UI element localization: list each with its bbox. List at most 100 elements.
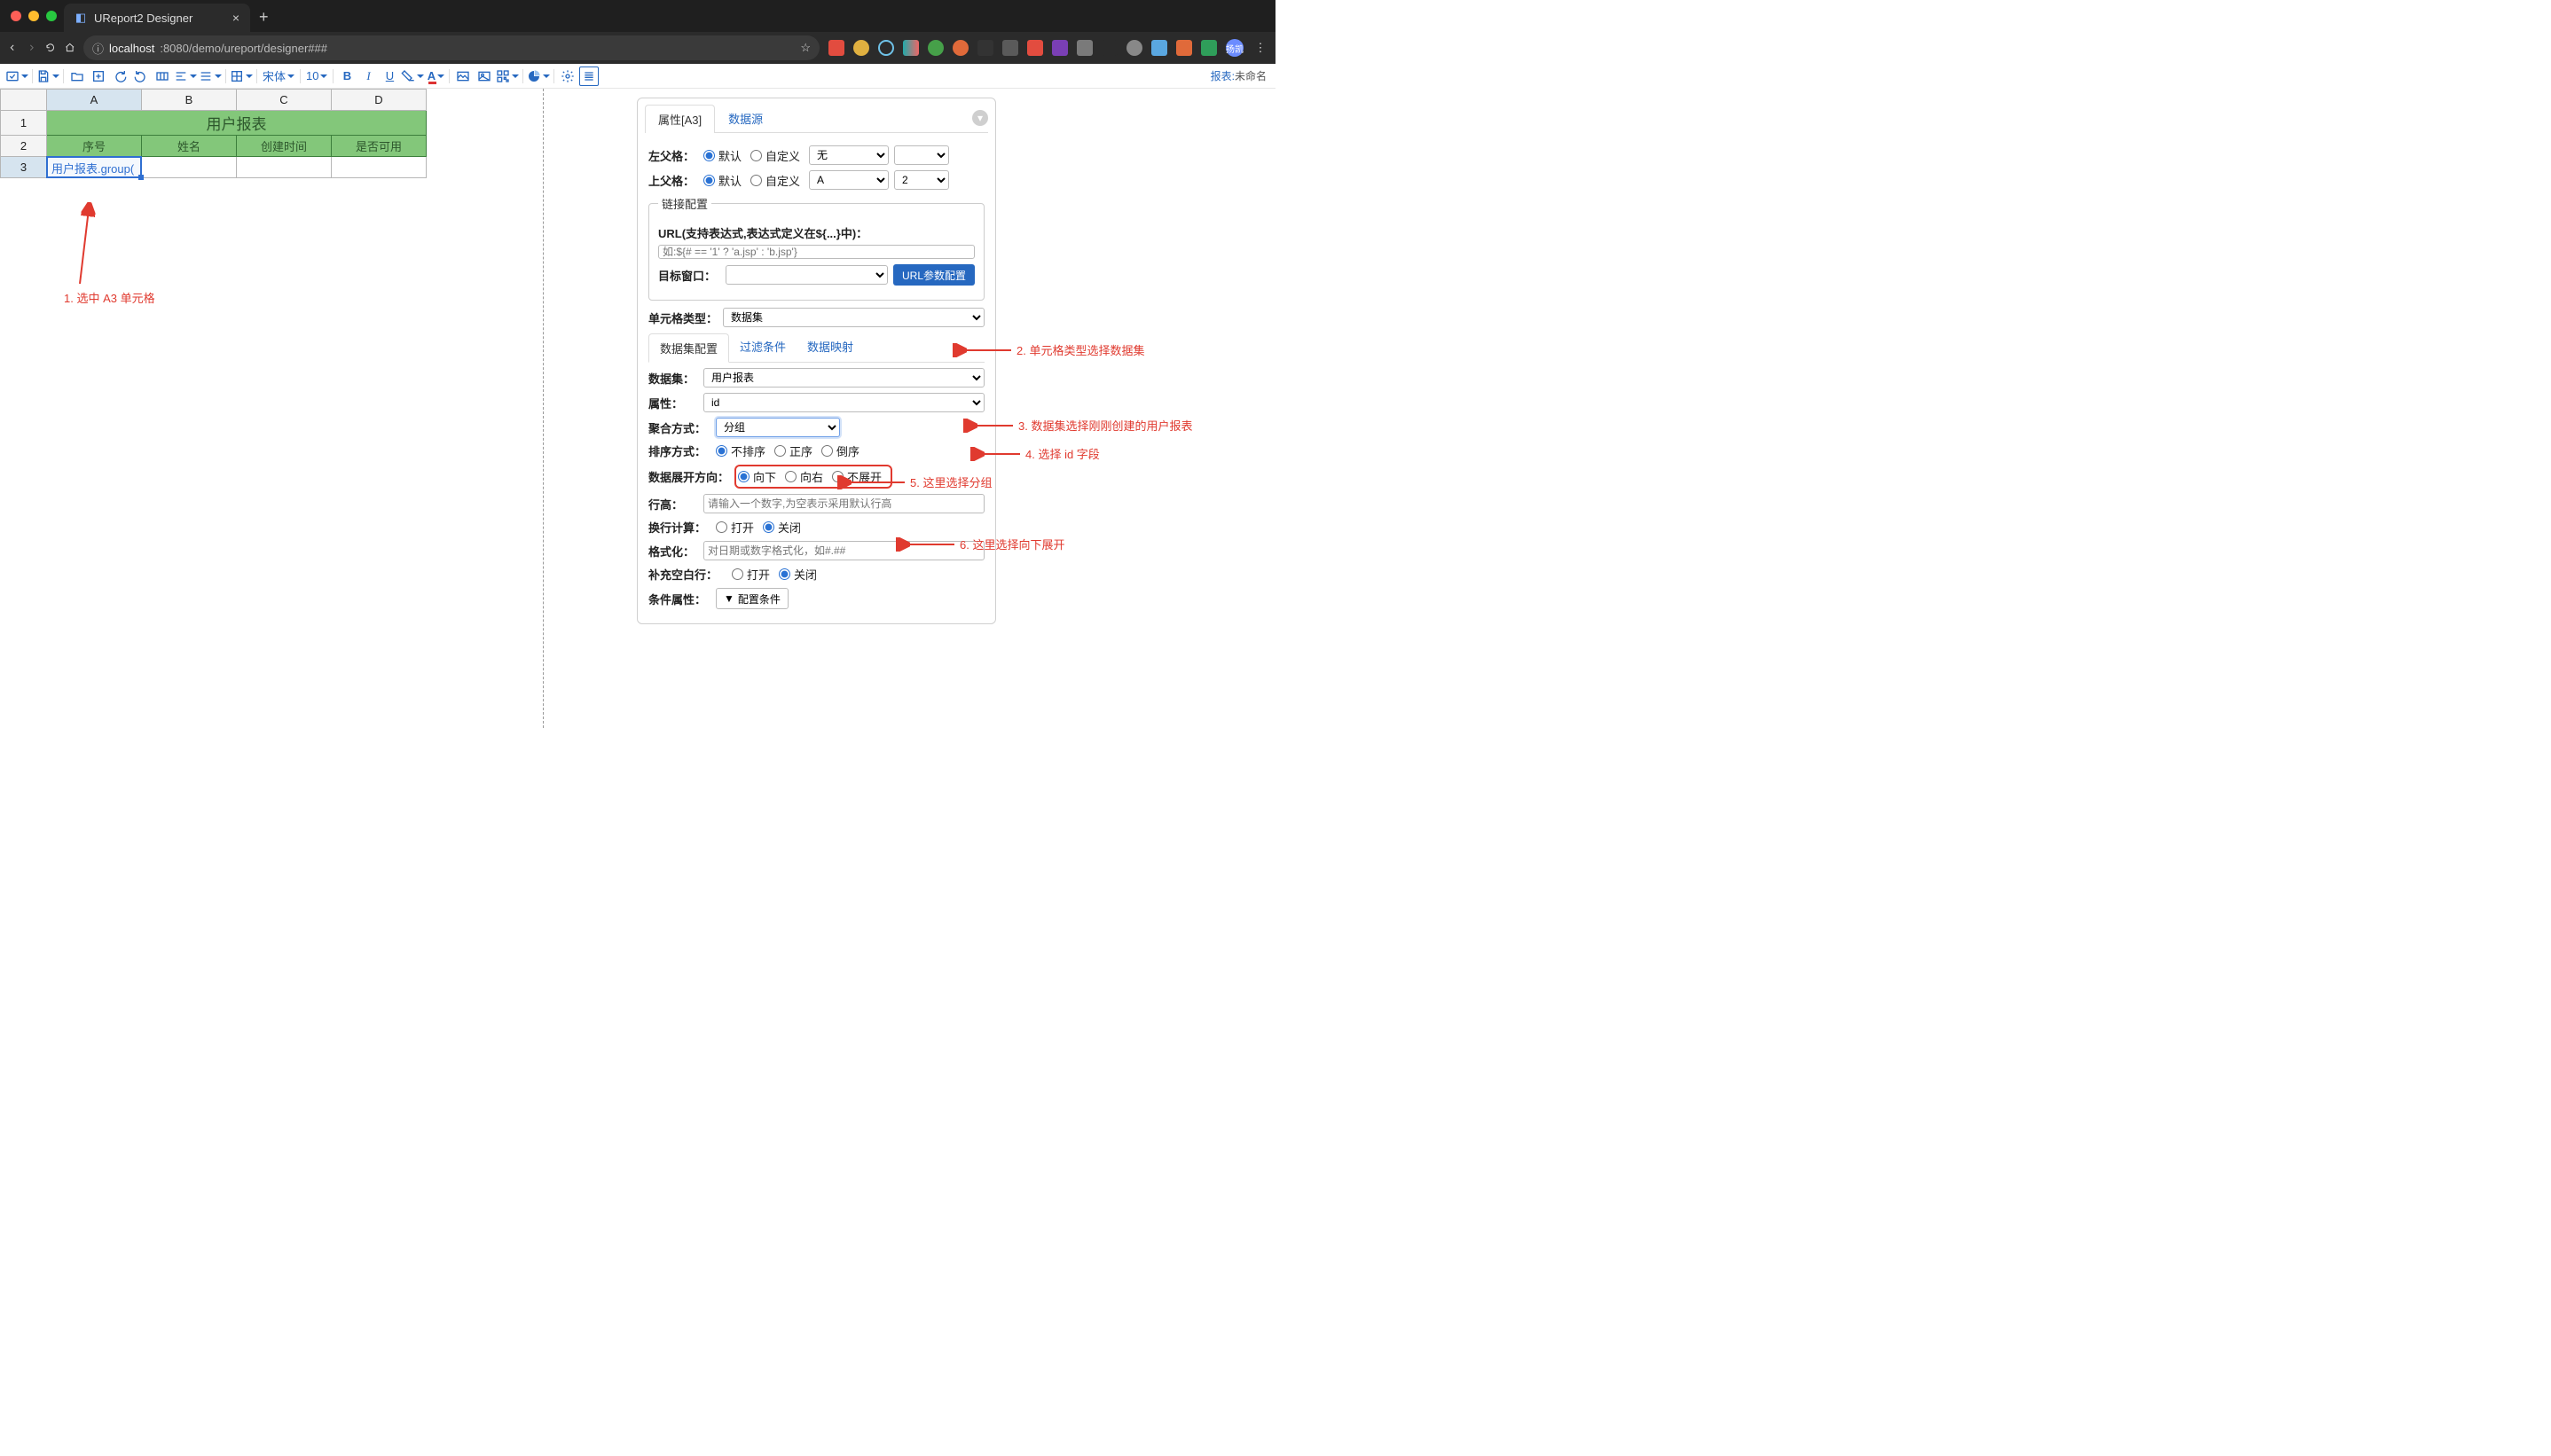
wrap-off-radio[interactable]: 关闭 (763, 519, 801, 536)
col-header-C[interactable]: C (237, 90, 332, 111)
extension-icon[interactable] (1126, 40, 1142, 56)
minimize-window-icon[interactable] (28, 11, 39, 21)
profile-avatar[interactable]: 扬凯 (1226, 39, 1244, 57)
panel-toggle-button[interactable] (579, 67, 599, 86)
browser-tab[interactable]: ◧ UReport2 Designer × (64, 4, 250, 32)
reload-button[interactable] (45, 40, 56, 56)
border-button[interactable] (230, 67, 253, 86)
fill-handle[interactable] (138, 175, 144, 180)
extension-icon[interactable] (878, 40, 894, 56)
extension-icon[interactable] (1176, 40, 1192, 56)
url-param-button[interactable]: URL参数配置 (893, 264, 975, 286)
expand-right-radio[interactable]: 向右 (785, 468, 823, 485)
dataset-select[interactable]: 用户报表 (703, 368, 985, 387)
chart-button[interactable] (527, 67, 550, 86)
import-button[interactable] (89, 67, 108, 86)
row-header-1[interactable]: 1 (1, 111, 47, 136)
cell-header[interactable]: 创建时间 (237, 136, 332, 157)
valign-button[interactable] (199, 67, 222, 86)
rowheight-input[interactable] (703, 494, 985, 513)
left-parent-select[interactable]: 无 (809, 145, 889, 165)
extension-icon[interactable] (828, 40, 844, 56)
left-parent-custom-radio[interactable]: 自定义 (750, 147, 800, 164)
cell-header[interactable]: 姓名 (142, 136, 237, 157)
bold-button[interactable]: B (337, 67, 357, 86)
tab-properties[interactable]: 属性[A3] (645, 105, 715, 133)
home-button[interactable] (65, 40, 75, 56)
grid-corner[interactable] (1, 90, 47, 111)
top-parent-col-select[interactable]: A (809, 170, 889, 190)
merge-cells-button[interactable] (153, 67, 172, 86)
top-parent-custom-radio[interactable]: 自定义 (750, 172, 800, 189)
attribute-select[interactable]: id (703, 393, 985, 412)
top-parent-row-select[interactable]: 2 (894, 170, 949, 190)
cell-D3[interactable] (332, 157, 427, 178)
fill-off-radio[interactable]: 关闭 (779, 566, 817, 583)
extension-icon[interactable] (928, 40, 944, 56)
extension-icon[interactable] (1027, 40, 1043, 56)
forecolor-button[interactable]: A (426, 67, 445, 86)
fill-on-radio[interactable]: 打开 (732, 566, 770, 583)
underline-button[interactable]: U (380, 67, 399, 86)
settings-button[interactable] (558, 67, 577, 86)
save-button[interactable] (36, 67, 59, 86)
col-header-B[interactable]: B (142, 90, 237, 111)
tab-datasource[interactable]: 数据源 (715, 104, 776, 132)
collapse-panel-icon[interactable]: ▾ (972, 110, 988, 126)
preview-button[interactable] (5, 67, 28, 86)
site-info-icon[interactable]: ⓘ (92, 40, 104, 57)
qrcode-button[interactable] (496, 67, 519, 86)
bgcolor-button[interactable] (401, 67, 424, 86)
url-input[interactable] (658, 245, 975, 259)
extension-icon[interactable] (1151, 40, 1167, 56)
subtab-dataset-config[interactable]: 数据集配置 (648, 333, 729, 363)
back-button[interactable] (7, 40, 18, 56)
col-header-D[interactable]: D (332, 90, 427, 111)
left-parent-default-radio[interactable]: 默认 (703, 147, 742, 164)
extension-icon[interactable] (977, 40, 993, 56)
open-button[interactable] (67, 67, 87, 86)
sort-desc-radio[interactable]: 倒序 (821, 442, 859, 459)
image2-button[interactable] (475, 67, 494, 86)
align-button[interactable] (174, 67, 197, 86)
col-header-A[interactable]: A (47, 90, 142, 111)
extension-icon[interactable] (1102, 40, 1118, 56)
cell-A3[interactable]: 用户报表.group( (47, 157, 142, 178)
row-header-3[interactable]: 3 (1, 157, 47, 178)
left-parent-index-select[interactable] (894, 145, 949, 165)
cell-header[interactable]: 是否可用 (332, 136, 427, 157)
spreadsheet-grid[interactable]: A B C D 1 用户报表 2 序号 姓名 创建时间 是否可用 3 用户报表.… (0, 89, 427, 178)
new-tab-button[interactable]: + (250, 8, 278, 32)
close-window-icon[interactable] (11, 11, 21, 21)
redo-button[interactable] (110, 67, 130, 86)
target-window-select[interactable] (726, 265, 888, 285)
wrap-on-radio[interactable]: 打开 (716, 519, 754, 536)
kebab-menu-icon[interactable]: ⋮ (1252, 40, 1268, 56)
sort-asc-radio[interactable]: 正序 (774, 442, 812, 459)
extension-icon[interactable] (953, 40, 969, 56)
cell-title[interactable]: 用户报表 (47, 111, 427, 136)
extension-icon[interactable] (903, 40, 919, 56)
image-button[interactable] (453, 67, 473, 86)
sort-none-radio[interactable]: 不排序 (716, 442, 765, 459)
subtab-mapping[interactable]: 数据映射 (797, 333, 864, 362)
cell-header[interactable]: 序号 (47, 136, 142, 157)
row-header-2[interactable]: 2 (1, 136, 47, 157)
subtab-filter[interactable]: 过滤条件 (729, 333, 797, 362)
cell-C3[interactable] (237, 157, 332, 178)
close-tab-icon[interactable]: × (232, 11, 239, 25)
bookmark-icon[interactable]: ☆ (800, 41, 811, 55)
italic-button[interactable]: I (358, 67, 378, 86)
cell-B3[interactable] (142, 157, 237, 178)
aggregate-select[interactable]: 分组 (716, 418, 840, 437)
extension-icon[interactable] (1052, 40, 1068, 56)
extension-icon[interactable] (853, 40, 869, 56)
undo-button[interactable] (131, 67, 151, 86)
cell-type-select[interactable]: 数据集 (723, 308, 985, 327)
maximize-window-icon[interactable] (46, 11, 57, 21)
font-size-select[interactable]: 10 (304, 67, 329, 86)
font-family-select[interactable]: 宋体 (261, 67, 296, 86)
top-parent-default-radio[interactable]: 默认 (703, 172, 742, 189)
address-bar[interactable]: ⓘ localhost:8080/demo/ureport/designer##… (83, 35, 820, 60)
extension-icon[interactable] (1077, 40, 1093, 56)
